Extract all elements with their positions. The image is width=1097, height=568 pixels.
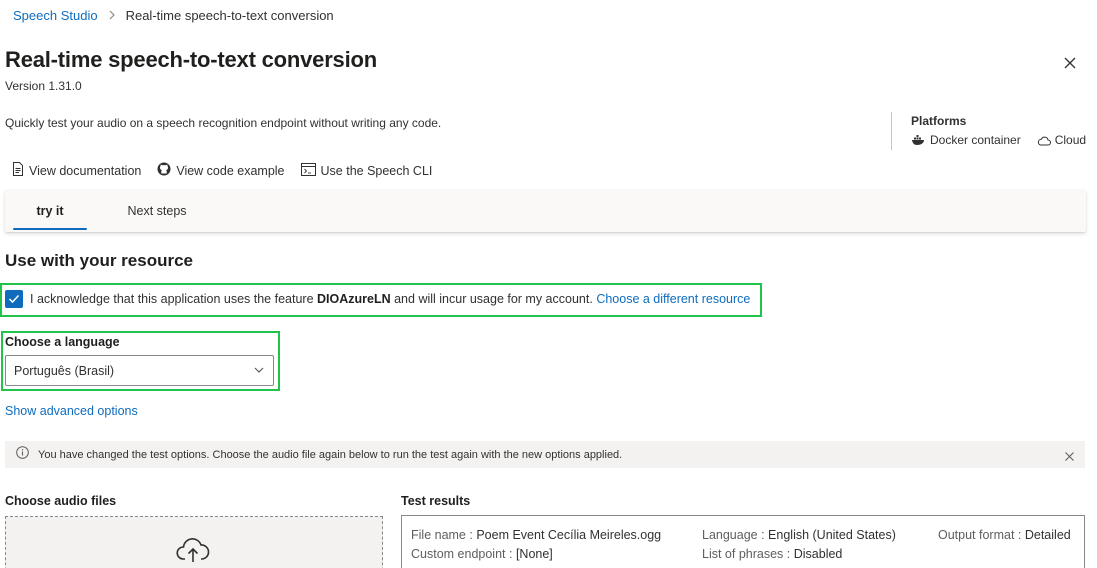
section-title: Use with your resource [5, 251, 194, 270]
phrases-value: Disabled [793, 547, 843, 561]
result-language: Language : English (United States) [702, 528, 896, 542]
view-code-example-label: View code example [176, 163, 285, 178]
view-documentation-label: View documentation [29, 163, 142, 178]
acknowledge-checkbox[interactable] [5, 290, 23, 308]
use-speech-cli-link[interactable]: Use the Speech CLI [300, 162, 433, 179]
acknowledge-text: I acknowledge that this application uses… [30, 292, 750, 306]
info-message-bar: You have changed the test options. Choos… [5, 441, 1085, 468]
github-icon [157, 162, 171, 179]
result-output-format: Output format : Detailed [938, 528, 1071, 542]
docker-icon [911, 133, 926, 147]
result-file-name: File name : Poem Event Cecília Meireles.… [411, 528, 661, 542]
chevron-right-icon [108, 9, 116, 23]
upload-cloud-icon [176, 537, 210, 568]
tab-bar: try it Next steps [5, 190, 1086, 232]
show-advanced-options-link[interactable]: Show advanced options [5, 404, 138, 418]
version-label: Version 1.31.0 [5, 79, 82, 93]
resource-links: View documentation View code example Use… [12, 162, 448, 179]
page-description: Quickly test your audio on a speech reco… [5, 116, 442, 130]
document-icon [12, 162, 24, 179]
custom-endpoint-key: Custom endpoint : [411, 547, 513, 561]
language-value: English (United States) [768, 528, 896, 542]
tab-next-steps[interactable]: Next steps [115, 190, 199, 232]
choose-different-resource-link[interactable]: Choose a different resource [596, 292, 750, 306]
page-title: Real-time speech-to-text conversion [5, 47, 377, 72]
file-name-key: File name : [411, 528, 473, 542]
output-format-value: Detailed [1024, 528, 1071, 542]
phrases-key: List of phrases : [702, 547, 791, 561]
output-format-key: Output format : [938, 528, 1022, 542]
platform-cloud: Cloud [1054, 133, 1087, 147]
view-code-example-link[interactable]: View code example [157, 162, 285, 179]
resource-name: DIOAzureLN [317, 292, 391, 306]
file-name-value: Poem Event Cecília Meireles.ogg [476, 528, 662, 542]
test-results-label: Test results [401, 494, 471, 508]
platforms-divider [891, 112, 892, 150]
breadcrumb-current: Real-time speech-to-text conversion [125, 8, 334, 23]
acknowledge-suffix: and will incur usage for my account. [394, 292, 593, 306]
breadcrumb-speech-studio[interactable]: Speech Studio [13, 8, 98, 23]
platform-docker: Docker container [930, 133, 1021, 147]
checkmark-icon [8, 294, 20, 304]
use-speech-cli-label: Use the Speech CLI [320, 163, 433, 178]
language-key: Language : [702, 528, 765, 542]
tab-try-it[interactable]: try it [13, 190, 87, 232]
language-selected-value: Português (Brasil) [14, 363, 115, 378]
close-icon[interactable] [1064, 449, 1075, 467]
terminal-icon [300, 162, 316, 179]
view-documentation-link[interactable]: View documentation [12, 162, 141, 179]
breadcrumb: Speech Studio Real-time speech-to-text c… [13, 8, 334, 23]
platforms-list: Docker container Cloud [911, 133, 1086, 147]
info-message-text: You have changed the test options. Choos… [38, 448, 623, 461]
cloud-icon [1037, 133, 1051, 147]
result-phrases: List of phrases : Disabled [702, 547, 842, 561]
result-custom-endpoint: Custom endpoint : [None] [411, 547, 553, 561]
platforms-title: Platforms [911, 114, 967, 128]
test-results-panel: File name : Poem Event Cecília Meireles.… [401, 515, 1085, 568]
language-label: Choose a language [5, 335, 120, 349]
custom-endpoint-value: [None] [515, 547, 553, 561]
acknowledge-prefix: I acknowledge that this application uses… [30, 292, 314, 306]
language-select[interactable]: Português (Brasil) [5, 355, 274, 386]
chevron-down-icon [253, 364, 265, 379]
choose-audio-files-label: Choose audio files [5, 494, 117, 508]
info-icon [16, 445, 29, 464]
close-icon[interactable] [1061, 54, 1079, 72]
